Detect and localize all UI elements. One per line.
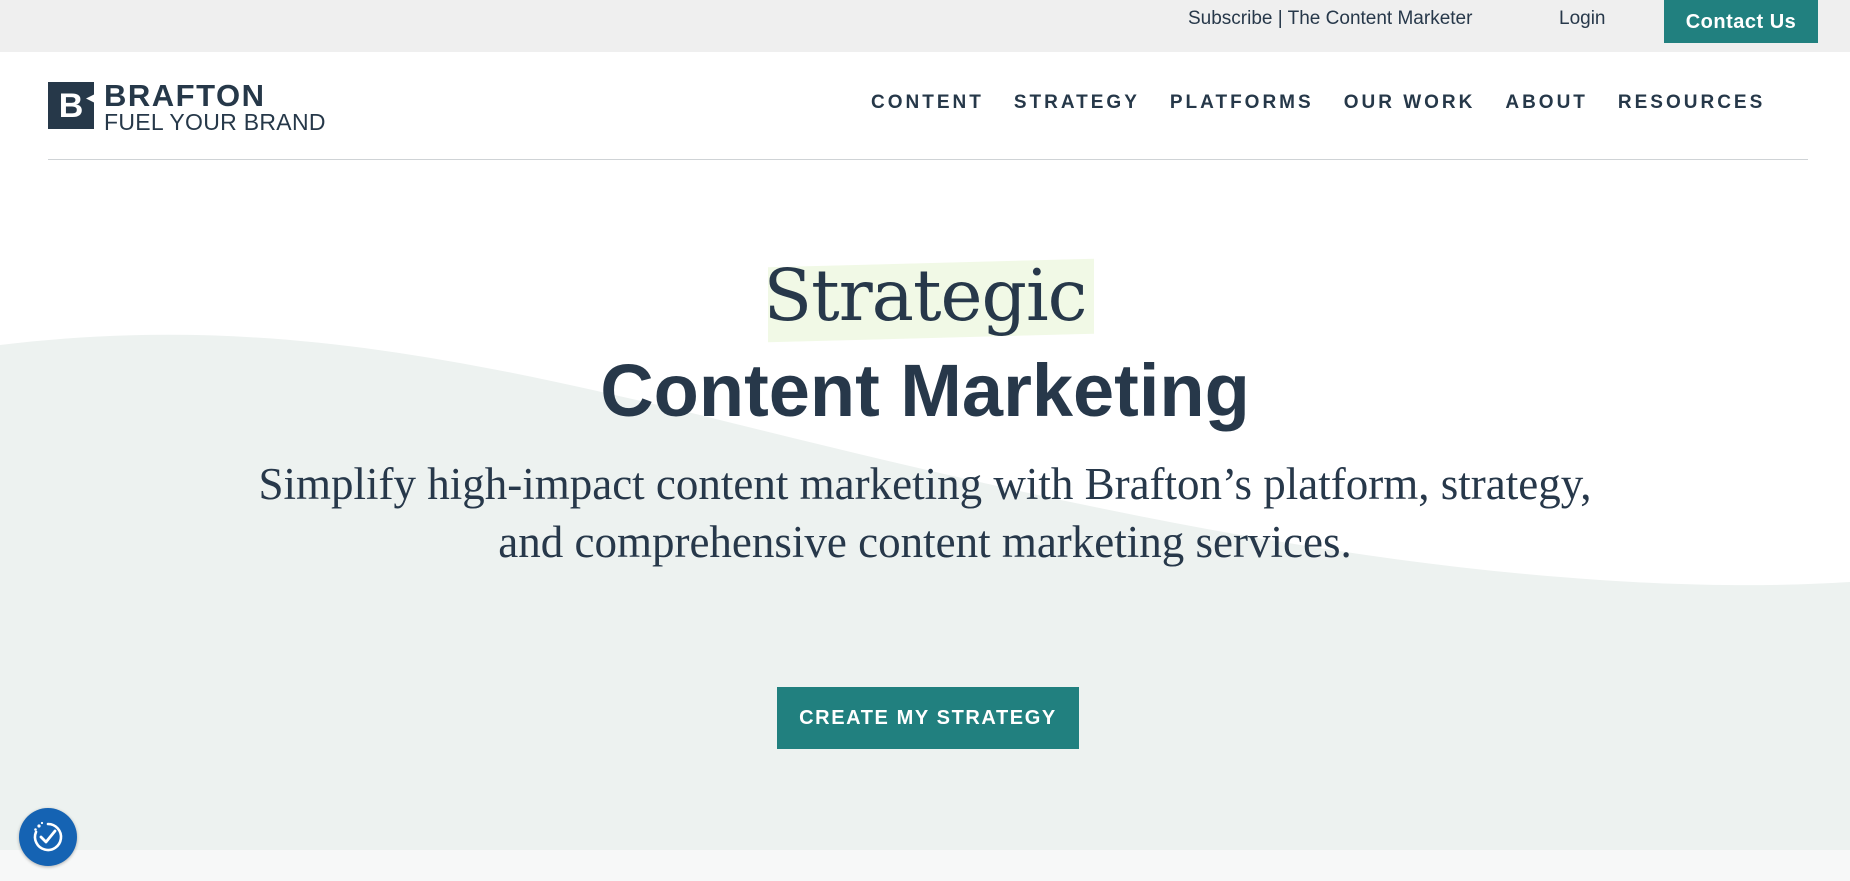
logo-tagline: FUEL YOUR BRAND <box>104 109 326 135</box>
contact-us-button[interactable]: Contact Us <box>1664 0 1818 43</box>
hero-title-line1: Strategic <box>763 254 1088 337</box>
logo-mark-letter: B <box>58 86 84 125</box>
nav-item-strategy[interactable]: STRATEGY <box>1014 92 1140 114</box>
section-divider-strip <box>0 850 1850 881</box>
create-my-strategy-button[interactable]: CREATE MY STRATEGY <box>777 687 1079 749</box>
login-link[interactable]: Login <box>1559 8 1606 30</box>
nav-item-about[interactable]: ABOUT <box>1505 92 1588 114</box>
hero-subtitle: Simplify high-impact content marketing w… <box>150 455 1700 571</box>
nav-item-resources[interactable]: RESOURCES <box>1618 92 1765 114</box>
logo-mark: B <box>48 82 95 129</box>
brafton-logo[interactable]: B BRAFTON FUEL YOUR BRAND <box>48 80 326 134</box>
hero-title-line2: Content Marketing <box>600 349 1250 432</box>
privacy-consent-icon <box>33 821 63 852</box>
main-nav: CONTENT STRATEGY PLATFORMS OUR WORK ABOU… <box>871 92 1765 114</box>
hero-subtitle-line1: Simplify high-impact content marketing w… <box>258 459 1592 509</box>
utility-bar: Subscribe | The Content Marketer Login C… <box>0 0 1850 52</box>
logo-notch <box>86 94 95 103</box>
nav-item-platforms[interactable]: PLATFORMS <box>1170 92 1314 114</box>
nav-item-content[interactable]: CONTENT <box>871 92 984 114</box>
logo-brand: BRAFTON <box>104 78 266 113</box>
hero-subtitle-line2: and comprehensive content marketing serv… <box>498 517 1352 567</box>
nav-item-our-work[interactable]: OUR WORK <box>1344 92 1476 114</box>
nav-divider <box>48 159 1808 160</box>
subscribe-link[interactable]: Subscribe | The Content Marketer <box>1188 8 1472 30</box>
privacy-consent-button[interactable] <box>19 808 77 866</box>
logo-wordmark: BRAFTON FUEL YOUR BRAND <box>104 80 326 134</box>
